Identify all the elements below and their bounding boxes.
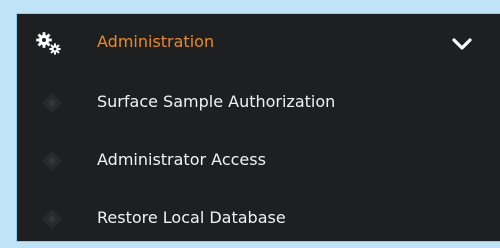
menu-item-administrator-access[interactable]: Administrator Access [17,132,500,190]
menu-item-surface-sample-authorization[interactable]: Surface Sample Authorization [17,74,500,132]
diamond-bullet-icon [41,150,63,172]
menu-item-label: Restore Local Database [97,208,286,227]
gears-icon [34,30,64,58]
menu-item-restore-local-database[interactable]: Restore Local Database [17,190,500,248]
administration-menu-header[interactable]: Administration [17,14,500,74]
administration-menu: Administration Surface Sample Authorizat… [17,14,500,241]
page-frame: Administration Surface Sample Authorizat… [0,0,500,241]
menu-item-label: Administrator Access [97,150,266,169]
administration-menu-title: Administration [97,32,215,51]
chevron-down-icon[interactable] [452,36,472,50]
menu-item-label: Surface Sample Authorization [97,92,336,111]
diamond-bullet-icon [41,208,63,230]
diamond-bullet-icon [41,92,63,114]
